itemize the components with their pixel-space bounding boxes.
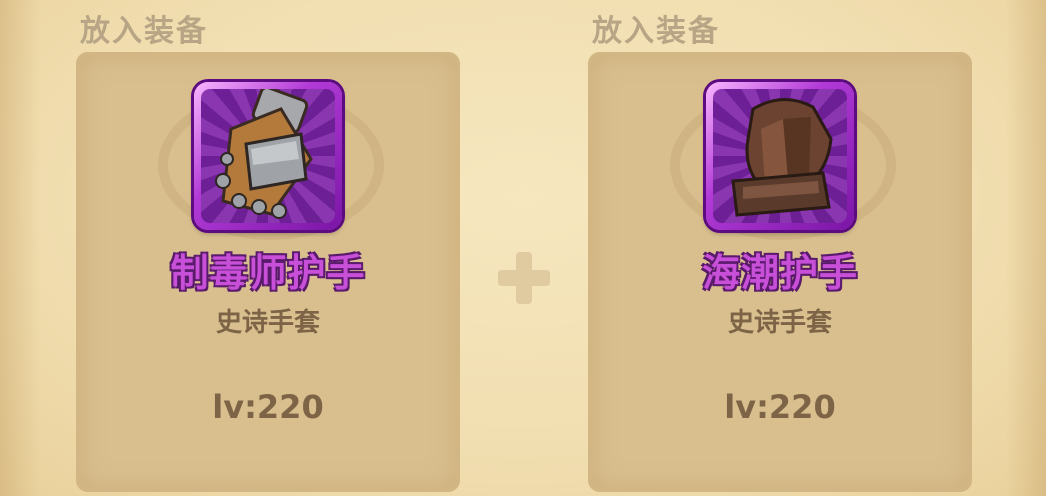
item-frame-1[interactable] (194, 82, 342, 230)
item-name-1: 制毒师护手 (170, 251, 366, 295)
plus-icon (498, 252, 550, 304)
item-type-2: 史诗手套 (727, 308, 832, 338)
item-type-1: 史诗手套 (215, 308, 320, 338)
equipment-slot-2[interactable]: 海潮护手 史诗手套 lv:220 (588, 52, 972, 492)
item-name-2: 海潮护手 (701, 251, 858, 295)
item-level-2: lv:220 (724, 388, 836, 426)
slot-1-header: 放入装备 (80, 14, 208, 49)
leather-glove-icon (731, 97, 833, 217)
equipment-slot-1[interactable]: 制毒师护手 史诗手套 lv:220 (76, 52, 460, 492)
item-level-1: lv:220 (212, 388, 324, 426)
slot-2-header: 放入装备 (592, 14, 720, 49)
left-edge-shade (0, 0, 40, 496)
item-frame-2[interactable] (706, 82, 854, 230)
right-edge-shade (1006, 0, 1046, 496)
armored-gauntlet-icon (215, 89, 313, 219)
